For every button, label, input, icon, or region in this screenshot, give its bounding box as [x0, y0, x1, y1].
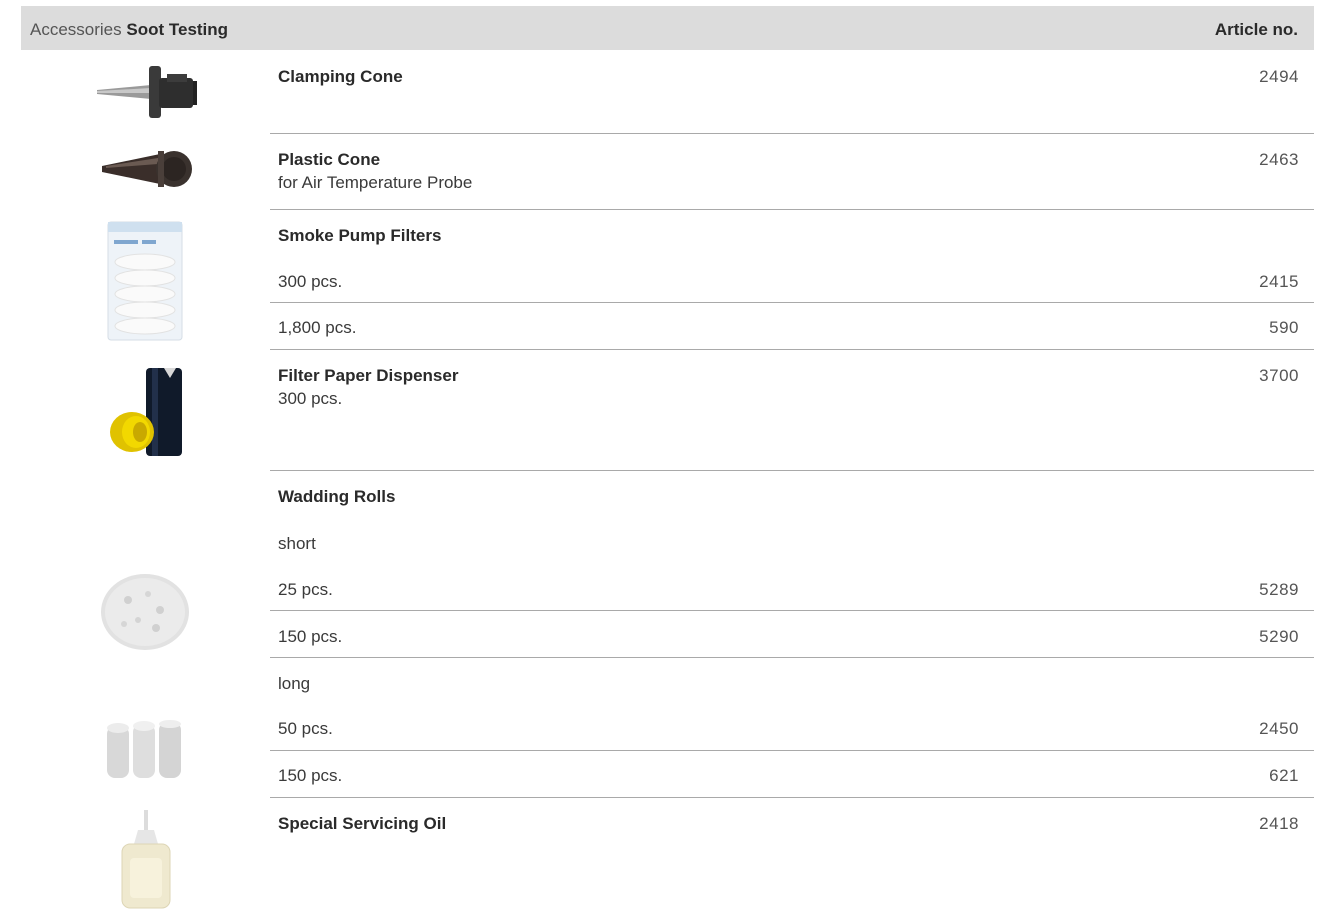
table-title: Accessories Soot Testing	[30, 20, 228, 40]
article-wadding-long-50: 2450	[1259, 719, 1299, 738]
article-filters-300: 2415	[1259, 272, 1299, 291]
clamping-cone-image	[97, 66, 197, 118]
article-filters-1800: 590	[1269, 318, 1299, 337]
row-divider	[270, 470, 1314, 471]
wadding-long-label: long	[278, 674, 311, 693]
variant-label-1800-pcs: 1,800 pcs.	[278, 318, 357, 337]
row-divider	[270, 657, 1314, 658]
article-no-header: Article no.	[1214, 20, 1298, 39]
row-divider	[270, 750, 1314, 751]
item-name-plastic-cone: Plastic Cone	[278, 150, 381, 169]
title-bold: Soot Testing	[126, 20, 229, 39]
item-name-clamping-cone: Clamping Cone	[278, 67, 403, 86]
article-wadding-short-25: 5289	[1259, 580, 1299, 599]
variant-label-150-pcs-short: 150 pcs.	[278, 627, 343, 646]
item-name-filter-paper-dispenser: Filter Paper Dispenser	[278, 366, 459, 385]
row-divider	[270, 610, 1314, 611]
variant-label-25-pcs: 25 pcs.	[278, 580, 333, 599]
item-name-special-servicing-oil: Special Servicing Oil	[278, 814, 447, 833]
variant-label-150-pcs-long: 150 pcs.	[278, 766, 343, 785]
variant-label-300-pcs: 300 pcs.	[278, 272, 343, 291]
item-sub-plastic-cone: for Air Temperature Probe	[278, 173, 473, 192]
wadding-short-label: short	[278, 534, 316, 553]
article-special-servicing-oil: 2418	[1259, 814, 1299, 833]
plastic-cone-image	[102, 151, 192, 187]
article-wadding-short-150: 5290	[1259, 627, 1299, 646]
row-divider	[270, 302, 1314, 303]
item-name-smoke-pump-filters: Smoke Pump Filters	[278, 226, 442, 245]
table-header: Accessories Soot Testing Article no.	[21, 6, 1314, 50]
article-wadding-long-150: 621	[1269, 766, 1299, 785]
row-divider	[270, 133, 1314, 134]
variant-label-50-pcs: 50 pcs.	[278, 719, 333, 738]
item-name-wadding-rolls: Wadding Rolls	[278, 487, 396, 506]
article-filter-paper-dispenser: 3700	[1259, 366, 1299, 385]
dispenser-image	[110, 368, 182, 456]
oil-bottle-image	[121, 810, 171, 909]
row-divider	[270, 797, 1314, 798]
row-divider	[270, 209, 1314, 210]
title-prefix: Accessories	[30, 20, 122, 39]
wadding-short-image	[101, 574, 189, 650]
item-sub-filter-paper-dispenser: 300 pcs.	[278, 389, 343, 408]
row-divider	[270, 349, 1314, 350]
filter-bag-image	[107, 221, 183, 341]
article-plastic-cone: 2463	[1259, 150, 1299, 169]
wadding-long-image	[107, 720, 181, 778]
article-clamping-cone: 2494	[1259, 67, 1299, 86]
